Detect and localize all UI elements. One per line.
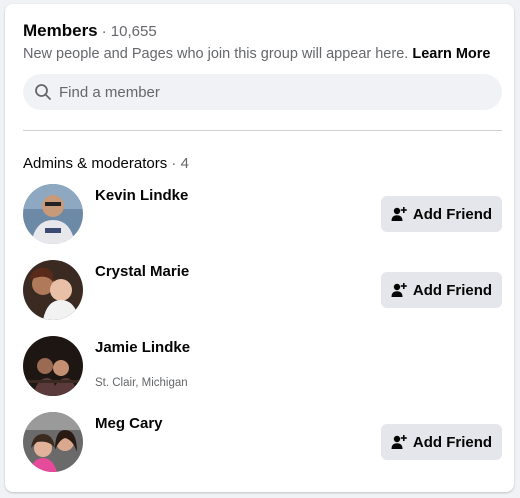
member-search[interactable] [23,74,502,110]
search-icon [33,82,53,102]
member-row: Crystal Marie Add Friend [23,260,502,320]
avatar[interactable] [23,412,83,472]
add-friend-icon [391,434,407,450]
avatar[interactable] [23,260,83,320]
search-input[interactable] [59,83,459,101]
members-subtitle: New people and Pages who join this group… [23,46,502,62]
section-title-text: Admins & moderators [23,155,168,172]
add-friend-button[interactable]: Add Friend [381,196,502,232]
members-card: Members · 10,655 New people and Pages wh… [5,4,514,492]
section-title: Admins & moderators · 4 [23,155,189,172]
members-count: · 10,655 [101,23,157,40]
member-row: Meg Cary Add Friend [23,412,502,472]
add-friend-label: Add Friend [412,433,493,451]
title-row: Members · 10,655 [23,21,502,41]
learn-more-link[interactable]: Learn More [412,46,490,62]
section-count: · 4 [171,155,189,172]
add-friend-icon [391,282,407,298]
members-title: Members [23,21,98,40]
add-friend-button[interactable]: Add Friend [381,424,502,460]
add-friend-label: Add Friend [412,281,493,299]
member-row: Jamie Lindke St. Clair, Michigan [23,336,502,396]
avatar[interactable] [23,336,83,396]
avatar[interactable] [23,184,83,244]
member-name[interactable]: Kevin Lindke [95,187,188,204]
member-location: St. Clair, Michigan [95,377,188,389]
add-friend-label: Add Friend [412,205,493,223]
add-friend-icon [391,206,407,222]
member-name[interactable]: Jamie Lindke [95,339,190,356]
member-name[interactable]: Meg Cary [95,415,163,432]
divider [23,130,502,131]
add-friend-button[interactable]: Add Friend [381,272,502,308]
member-name[interactable]: Crystal Marie [95,263,189,280]
members-header: Members · 10,655 New people and Pages wh… [23,21,502,62]
subtitle-text: New people and Pages who join this group… [23,46,409,62]
member-row: Kevin Lindke Add Friend [23,184,502,244]
